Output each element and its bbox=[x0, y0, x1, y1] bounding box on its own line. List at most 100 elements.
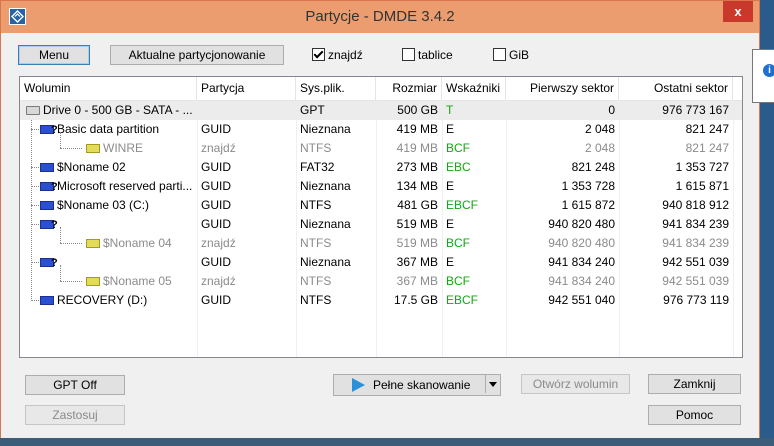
found-checkbox-box[interactable] bbox=[312, 48, 325, 61]
filesystem-icon bbox=[86, 277, 100, 286]
first-sector-cell: 0 bbox=[608, 103, 615, 117]
tree-line bbox=[31, 129, 39, 130]
table-row[interactable]: Microsoft reserved parti... GUID Nieznana 1… bbox=[20, 177, 742, 196]
volume-name: $Noname 02 bbox=[57, 160, 126, 174]
first-sector-cell: 941 834 240 bbox=[548, 255, 615, 269]
column-header-flags[interactable]: Wskaźniki bbox=[442, 77, 506, 100]
table-row[interactable]: $Noname 03 (C:) GUID NTFS 481 GB EBCF 1 615 8… bbox=[20, 196, 742, 215]
gib-checkbox-box[interactable] bbox=[493, 48, 506, 61]
size-cell: 500 GB bbox=[397, 103, 438, 117]
volume-cell: $Noname 04 bbox=[82, 234, 197, 253]
unknown-partition-icon bbox=[40, 178, 58, 196]
partition-cell: GUID bbox=[201, 160, 231, 174]
current-partitioning-button[interactable]: Aktualne partycjonowanie bbox=[110, 45, 284, 65]
table-row[interactable]: $Noname 04 znajdź NTFS 519 MB BCF 940 820 480… bbox=[20, 227, 742, 253]
partitions-window: Partycje - DMDE 3.4.2 x Menu Aktualne pa… bbox=[0, 0, 760, 446]
table-row[interactable]: GUID Nieznana 367 MB E 941 834 240 942 551 03… bbox=[20, 253, 742, 272]
last-sector-cell: 976 773 167 bbox=[662, 103, 729, 117]
partition-icon bbox=[40, 201, 54, 210]
title-bar[interactable]: Partycje - DMDE 3.4.2 x bbox=[1, 1, 759, 33]
full-scan-button[interactable]: Pełne skanowanie bbox=[333, 374, 501, 396]
volume-name: $Noname 03 (C:) bbox=[57, 198, 150, 212]
partition-icon bbox=[40, 163, 54, 172]
last-sector-cell: 976 773 119 bbox=[663, 293, 729, 307]
volume-cell: Microsoft reserved parti... bbox=[36, 177, 197, 196]
flags-cell: E bbox=[446, 122, 455, 136]
last-sector-cell: 942 551 039 bbox=[662, 274, 729, 288]
table-row[interactable]: Drive 0 - 500 GB - SATA - ... GPT 500 GB T 0… bbox=[20, 101, 742, 120]
menu-button[interactable]: Menu bbox=[18, 45, 90, 65]
column-header-volume[interactable]: Wolumin bbox=[20, 77, 197, 100]
full-scan-dropdown-arrow-icon[interactable] bbox=[485, 375, 500, 393]
column-header-first-sector[interactable]: Pierwszy sektor bbox=[506, 77, 619, 100]
flags-cell: E bbox=[446, 255, 455, 269]
size-cell: 134 MB bbox=[396, 179, 438, 193]
open-volume-button[interactable]: Otwórz wolumin bbox=[521, 374, 630, 394]
partition-cell: GUID bbox=[201, 255, 231, 269]
apply-button[interactable]: Zastosuj bbox=[25, 405, 125, 425]
tree-line bbox=[31, 205, 39, 206]
table-row[interactable]: GUID Nieznana 519 MB E 940 820 480 941 834 23… bbox=[20, 215, 742, 234]
partition-cell: GUID bbox=[201, 293, 231, 307]
info-balloon[interactable]: i bbox=[752, 49, 774, 103]
flags-cell: E bbox=[446, 179, 455, 193]
window-title: Partycje - DMDE 3.4.2 bbox=[305, 8, 455, 25]
table-row[interactable]: $Noname 05 znajdź NTFS 367 MB BCF 941 834 240… bbox=[20, 265, 742, 291]
filesystem-cell: NTFS bbox=[300, 141, 332, 155]
partition-cell: GUID bbox=[201, 179, 231, 193]
tree-line bbox=[31, 224, 39, 225]
tables-checkbox[interactable]: tablice bbox=[402, 47, 453, 63]
flags-cell: EBC bbox=[446, 160, 471, 174]
filesystem-cell: Nieznana bbox=[300, 179, 351, 193]
column-header-partition[interactable]: Partycja bbox=[197, 77, 296, 100]
play-icon bbox=[352, 378, 365, 392]
size-cell: 419 MB bbox=[396, 122, 438, 136]
column-header-filesystem[interactable]: Sys.plik. bbox=[296, 77, 376, 100]
flags-cell: BCF bbox=[446, 141, 470, 155]
tree-line bbox=[60, 227, 61, 243]
close-window-button[interactable]: x bbox=[723, 1, 753, 22]
info-icon: i bbox=[763, 64, 774, 77]
full-scan-label: Pełne skanowanie bbox=[373, 378, 471, 392]
last-sector-cell: 1 615 871 bbox=[675, 179, 729, 193]
tree-line bbox=[31, 262, 39, 263]
gib-checkbox[interactable]: GiB bbox=[493, 47, 529, 63]
tables-checkbox-box[interactable] bbox=[402, 48, 415, 61]
flags-cell: BCF bbox=[446, 274, 470, 288]
partition-cell: znajdź bbox=[201, 274, 236, 288]
first-sector-cell: 2 048 bbox=[584, 141, 615, 155]
volume-cell: WINRE bbox=[82, 139, 197, 158]
last-sector-cell: 940 818 912 bbox=[662, 198, 729, 212]
tree-line bbox=[60, 132, 61, 148]
filesystem-cell: NTFS bbox=[300, 236, 332, 250]
first-sector-cell: 941 834 240 bbox=[548, 274, 615, 288]
close-button[interactable]: Zamknij bbox=[648, 374, 741, 394]
gpt-off-button[interactable]: GPT Off bbox=[25, 375, 125, 395]
size-cell: 519 MB bbox=[396, 217, 438, 231]
first-sector-cell: 821 248 bbox=[571, 160, 615, 174]
help-button[interactable]: Pomoc bbox=[648, 405, 741, 425]
last-sector-cell: 941 834 239 bbox=[662, 217, 729, 231]
column-header-size[interactable]: Rozmiar bbox=[376, 77, 442, 100]
filesystem-icon bbox=[86, 239, 100, 248]
size-cell: 481 GB bbox=[397, 198, 438, 212]
filesystem-cell: NTFS bbox=[300, 293, 332, 307]
filesystem-cell: FAT32 bbox=[300, 160, 335, 174]
table-row[interactable]: RECOVERY (D:) GUID NTFS 17.5 GB EBCF 942 551 … bbox=[20, 291, 742, 310]
table-row[interactable]: WINRE znajdź NTFS 419 MB BCF 2 048 821 247 bbox=[20, 132, 742, 158]
table-row[interactable]: Basic data partition GUID Nieznana 419 MB E 2… bbox=[20, 120, 742, 139]
volume-cell: Drive 0 - 500 GB - SATA - ... bbox=[22, 101, 197, 120]
flags-cell: EBCF bbox=[446, 293, 479, 307]
last-sector-cell: 942 551 039 bbox=[662, 255, 729, 269]
filesystem-cell: NTFS bbox=[300, 198, 332, 212]
column-header-last-sector[interactable]: Ostatni sektor bbox=[619, 77, 733, 100]
first-sector-cell: 1 353 728 bbox=[561, 179, 615, 193]
partition-cell bbox=[197, 101, 296, 120]
found-checkbox[interactable]: znajdź bbox=[312, 47, 363, 63]
table-row[interactable]: $Noname 02 GUID FAT32 273 MB EBC 821 248 1 353… bbox=[20, 158, 742, 177]
partitions-table[interactable]: Wolumin Partycja Sys.plik. Rozmiar Wskaź… bbox=[19, 76, 743, 358]
tree-line bbox=[60, 243, 82, 244]
tree-line bbox=[31, 300, 39, 301]
gib-checkbox-label: GiB bbox=[509, 48, 530, 62]
tree-line bbox=[60, 148, 82, 149]
